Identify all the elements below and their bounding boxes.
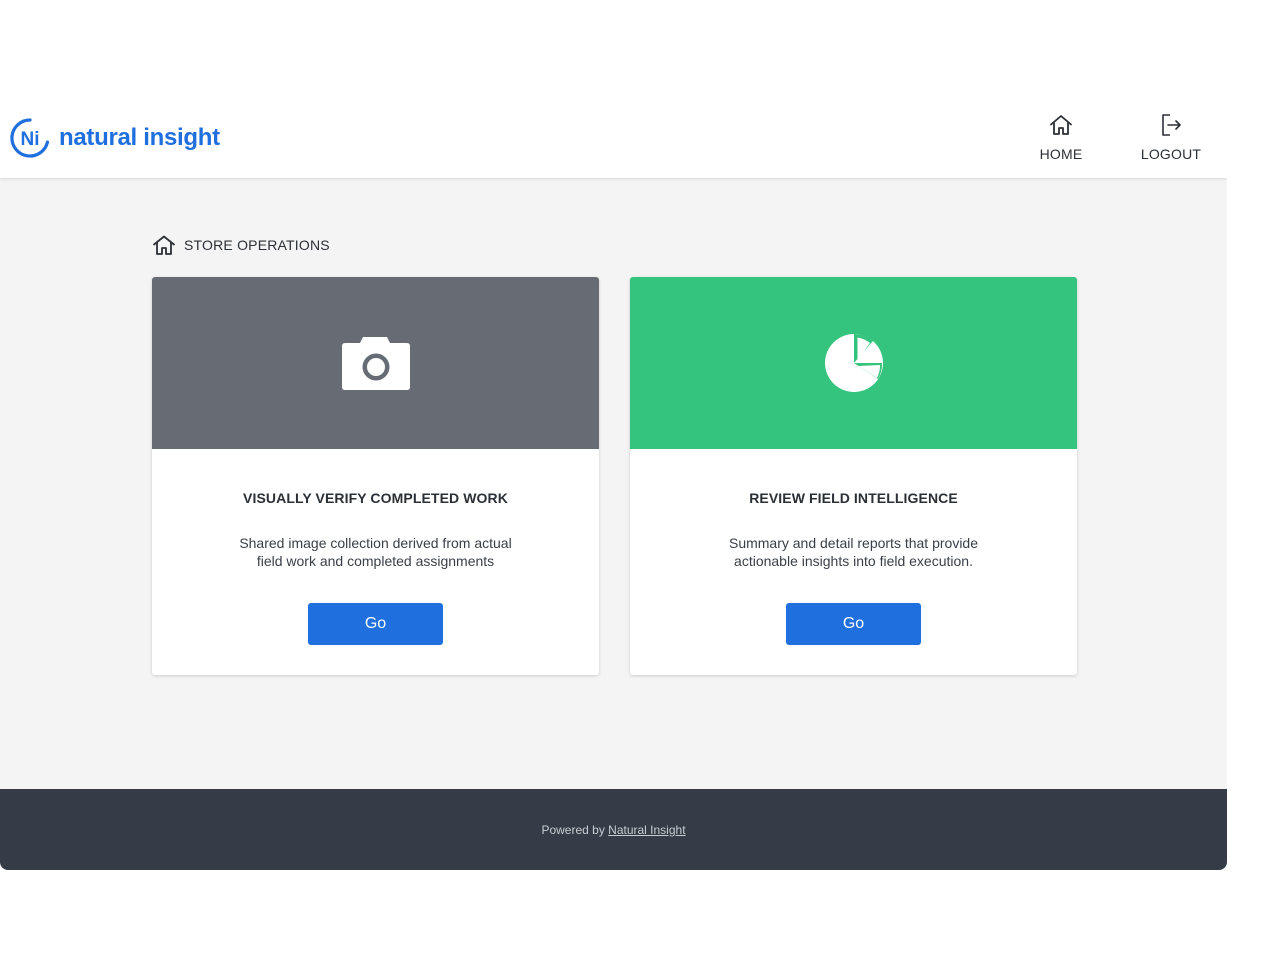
camera-icon	[341, 337, 410, 390]
nav-logout-label: LOGOUT	[1140, 146, 1202, 162]
pie-chart-icon	[824, 333, 883, 392]
footer-link-natural-insight[interactable]: Natural Insight	[608, 823, 685, 837]
footer-text: Powered by Natural Insight	[0, 823, 1227, 837]
svg-text:Ni: Ni	[21, 129, 40, 150]
card-title: REVIEW FIELD INTELLIGENCE	[749, 490, 958, 506]
home-icon	[153, 235, 175, 255]
card-title: VISUALLY VERIFY COMPLETED WORK	[243, 490, 508, 506]
card-description: Shared image collection derived from act…	[239, 535, 512, 569]
breadcrumb[interactable]: STORE OPERATIONS	[152, 234, 330, 256]
card-field-intelligence: REVIEW FIELD INTELLIGENCE Summary and de…	[630, 277, 1077, 675]
logout-icon	[1162, 114, 1181, 136]
nav-logout[interactable]: LOGOUT	[1126, 112, 1216, 168]
footer: Powered by Natural Insight	[0, 789, 1227, 870]
breadcrumb-label: STORE OPERATIONS	[184, 237, 330, 253]
go-button-visual-verify[interactable]: Go	[308, 603, 443, 645]
card-banner	[152, 277, 599, 449]
top-header: Ni natural insight HOME LOGOUT	[0, 100, 1227, 178]
nav-home-label: HOME	[1039, 146, 1083, 162]
app-window: Ni natural insight HOME LOGOUT STORE OPE…	[0, 100, 1227, 870]
card-banner	[630, 277, 1077, 449]
card-description: Summary and detail reports that provide …	[728, 535, 978, 569]
footer-prefix: Powered by	[541, 823, 609, 837]
logo-text: natural insight	[59, 124, 220, 151]
brand-logo[interactable]: Ni natural insight	[9, 115, 220, 161]
home-icon	[1050, 115, 1072, 135]
nav-home[interactable]: HOME	[1016, 112, 1106, 168]
go-button-field-intelligence[interactable]: Go	[786, 603, 921, 645]
logo-mark-icon: Ni	[10, 118, 50, 158]
card-visual-verify: VISUALLY VERIFY COMPLETED WORK Shared im…	[152, 277, 599, 675]
